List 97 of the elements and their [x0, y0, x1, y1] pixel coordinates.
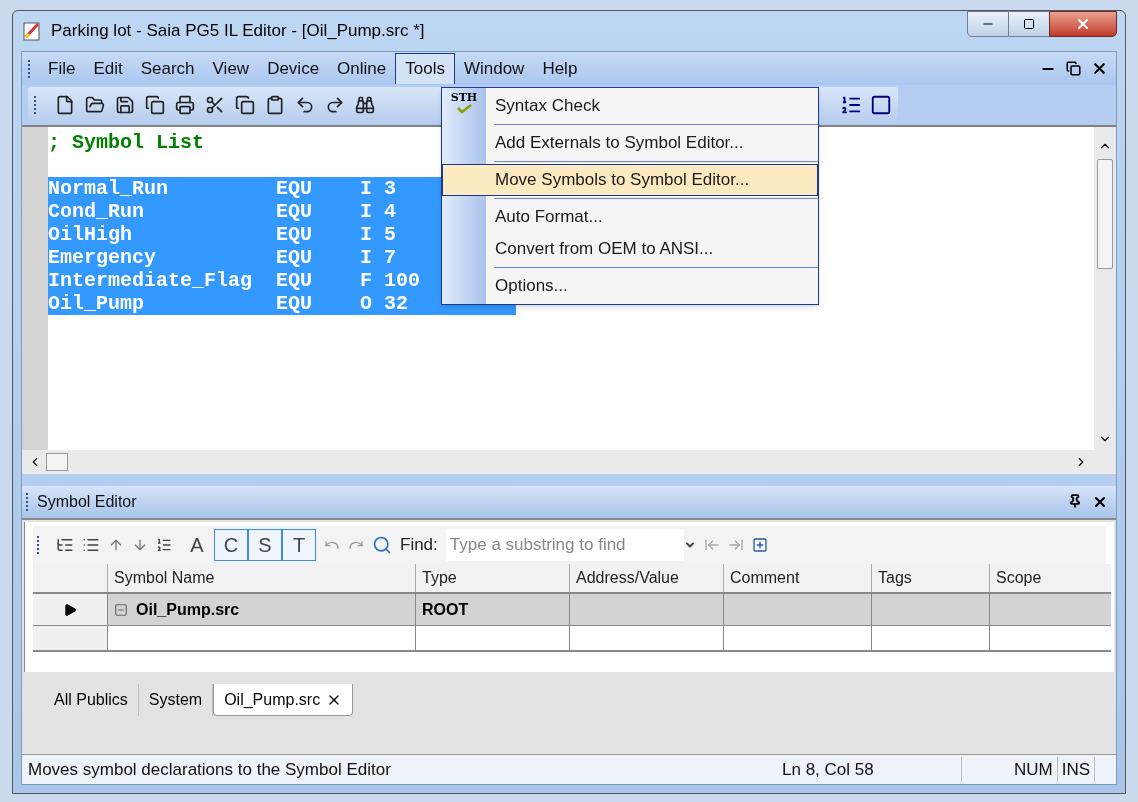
symbol-name: Normal_Run — [48, 177, 170, 200]
code-keyword: EQU — [276, 200, 314, 223]
code-operand: I 5 — [360, 223, 397, 246]
menu-item[interactable]: Add Externals to Symbol Editor... — [486, 127, 818, 159]
menu-bar-item[interactable]: Edit — [84, 53, 132, 84]
symbol-name: Intermediate_Flag — [48, 269, 254, 292]
save-all-icon[interactable] — [145, 95, 165, 115]
code-operand: I 7 — [360, 246, 397, 269]
collapse-icon[interactable] — [114, 602, 128, 617]
minimize-button[interactable] — [967, 11, 1009, 37]
filter-toggle[interactable]: S — [248, 529, 282, 561]
menu-item[interactable]: Move Symbols to Symbol Editor... — [442, 164, 818, 196]
search-icon — [372, 535, 392, 555]
paste-icon[interactable] — [265, 95, 285, 115]
code-operand: I 4 — [360, 200, 397, 223]
window-title: Parking lot - Saia PG5 IL Editor - [Oil_Pump.src *] — [51, 20, 425, 43]
horizontal-scrollbar[interactable] — [22, 450, 1116, 474]
move-down-icon[interactable] — [132, 537, 148, 553]
panel-tab[interactable]: All Publics — [44, 684, 139, 716]
box-icon[interactable] — [870, 94, 892, 116]
menu-bar-item[interactable]: Window — [454, 53, 534, 84]
status-message: Moves symbol declarations to the Symbol Editor — [27, 758, 392, 781]
column-header[interactable]: Tags — [871, 564, 989, 592]
expand-icon[interactable] — [751, 537, 768, 553]
find-label: Find: — [400, 534, 438, 557]
code-keyword: EQU — [276, 246, 314, 269]
symbol-name: Cond_Run — [48, 200, 145, 223]
symbol-name: OilHigh — [48, 223, 133, 246]
open-folder-icon[interactable] — [85, 95, 105, 115]
close-icon — [1075, 16, 1091, 32]
close-document-icon[interactable] — [1091, 60, 1108, 77]
scroll-thumb[interactable] — [46, 453, 68, 471]
move-up-icon[interactable] — [108, 537, 124, 553]
list-icon[interactable] — [840, 94, 862, 116]
code-operand: I 3 — [360, 177, 397, 200]
status-indicator: NUM — [1010, 756, 1058, 783]
code-comment: ; Symbol List — [48, 131, 205, 154]
save-icon[interactable] — [115, 95, 135, 115]
menu-bar-item[interactable]: View — [203, 53, 259, 84]
undo-icon[interactable] — [295, 95, 315, 115]
code-keyword: EQU — [276, 269, 314, 292]
copy-icon[interactable] — [235, 95, 255, 115]
close-button[interactable] — [1049, 11, 1117, 37]
status-indicator: INS — [1057, 756, 1096, 783]
maximize-button[interactable] — [1009, 11, 1049, 37]
column-header[interactable]: Scope — [989, 564, 1111, 592]
vertical-scrollbar[interactable] — [1094, 127, 1116, 450]
new-file-icon[interactable] — [55, 95, 75, 115]
table-cell: ROOT — [415, 594, 569, 625]
column-header[interactable]: Address/Value — [569, 564, 723, 592]
code-keyword: EQU — [276, 292, 314, 315]
redo-icon[interactable] — [325, 95, 345, 115]
tree-view-icon[interactable] — [56, 536, 74, 554]
panel-title: Symbol Editor — [37, 492, 137, 512]
menu-item[interactable]: Options... — [486, 270, 818, 302]
row-header[interactable] — [33, 594, 107, 625]
symbol-name: Emergency — [48, 246, 158, 269]
grip-icon — [26, 493, 29, 511]
filter-toggle[interactable]: A — [180, 529, 214, 561]
code-operand: F 100 — [360, 269, 421, 292]
insert-icon[interactable] — [156, 537, 172, 553]
code-operand: O 32 — [360, 292, 409, 315]
filter-toggle[interactable]: C — [214, 529, 248, 561]
menu-bar-item[interactable]: Online — [328, 53, 396, 84]
symbol-name: Oil_Pump — [48, 292, 145, 315]
menu-bar-item[interactable]: Help — [533, 53, 587, 84]
table-row[interactable]: Oil_Pump.src ROOT — [33, 594, 1111, 626]
grip-icon — [37, 536, 40, 554]
column-header[interactable]: Comment — [723, 564, 871, 592]
column-header[interactable]: Type — [415, 564, 569, 592]
scroll-thumb[interactable] — [1097, 159, 1113, 269]
filter-toggle[interactable]: T — [282, 529, 316, 561]
table-cell-text: Oil_Pump.src — [136, 599, 240, 620]
close-panel-icon[interactable] — [1092, 494, 1108, 510]
print-icon[interactable] — [175, 95, 195, 115]
code-keyword: EQU — [276, 177, 314, 200]
code-keyword: EQU — [276, 223, 314, 246]
menu-bar-item[interactable]: File — [39, 53, 85, 84]
column-header[interactable]: Symbol Name — [107, 564, 415, 592]
cut-icon[interactable] — [205, 95, 225, 115]
menu-bar-item[interactable]: Device — [258, 53, 329, 84]
menu-item[interactable]: Syntax Check — [486, 90, 818, 122]
panel-tab[interactable]: Oil_Pump.src — [213, 684, 354, 716]
pin-icon[interactable] — [1068, 494, 1082, 508]
restore-document-icon[interactable] — [1066, 61, 1081, 76]
list-view-icon[interactable] — [82, 536, 100, 554]
cursor-position: Ln 8, Col 58 — [782, 756, 962, 783]
grip-icon — [28, 59, 31, 78]
menu-bar-item[interactable]: Search — [131, 53, 204, 84]
menu-item[interactable]: Convert from OEM to ANSI... — [486, 233, 818, 265]
app-icon — [21, 20, 43, 42]
menu-item[interactable]: Auto Format... — [486, 201, 818, 233]
grip-icon — [34, 96, 37, 114]
menu-bar-item[interactable]: Tools — [395, 53, 455, 84]
find-field[interactable]: Type a substring to find — [445, 529, 684, 561]
maximize-icon — [1023, 18, 1035, 30]
binoculars-icon[interactable] — [355, 95, 375, 115]
